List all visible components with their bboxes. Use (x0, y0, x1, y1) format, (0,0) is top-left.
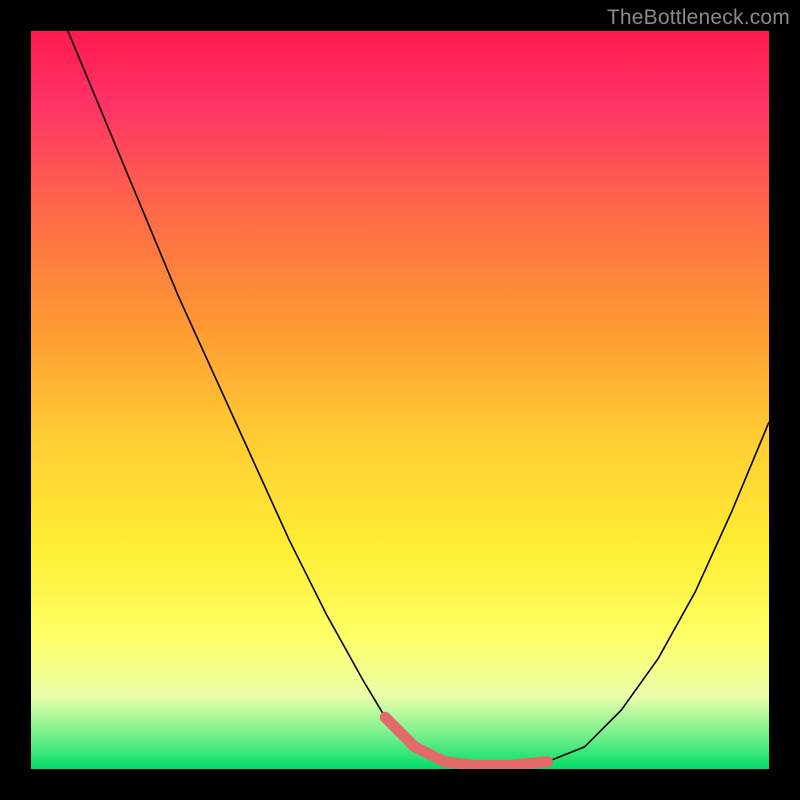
chart-plot-area (31, 31, 769, 769)
chart-container: TheBottleneck.com (0, 0, 800, 800)
watermark-text: TheBottleneck.com (607, 6, 790, 30)
